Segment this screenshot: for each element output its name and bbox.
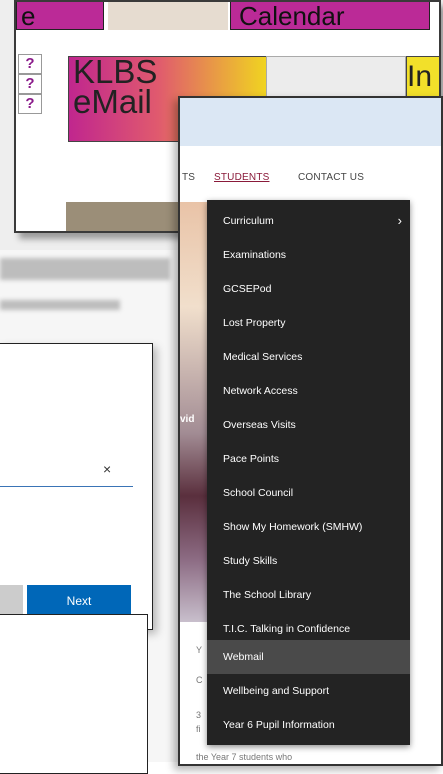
help-icon[interactable]: ? [18, 54, 42, 74]
next-button[interactable]: Next [27, 585, 131, 617]
email-field[interactable] [0, 486, 133, 487]
menu-item-network-access[interactable]: Network Access [207, 374, 410, 408]
menu-item-school-library[interactable]: The School Library [207, 578, 410, 612]
menu-item-wellbeing-and-support[interactable]: Wellbeing and Support [207, 674, 410, 708]
menu-item-school-council[interactable]: School Council [207, 476, 410, 510]
background-shadow [0, 300, 120, 310]
menu-item-pace-points[interactable]: Pace Points [207, 442, 410, 476]
menu-item-year-6-pupil-information[interactable]: Year 6 Pupil Information [207, 708, 410, 742]
browser-header [180, 98, 441, 146]
below-menu-text: the Year 7 students who [196, 752, 293, 762]
main-nav: TS STUDENTS CONTACT US [180, 168, 441, 190]
tile-label: e [21, 1, 36, 31]
chevron-right-icon: › [397, 213, 402, 228]
tile-image [66, 202, 186, 231]
background-shadow [0, 258, 170, 280]
menu-item-webmail[interactable]: Webmail [207, 640, 410, 674]
sign-in-dialog: × Next [0, 343, 153, 630]
page-text: Y [196, 645, 203, 655]
menu-item-lost-property[interactable]: Lost Property [207, 306, 410, 340]
nav-item-contact-us[interactable]: CONTACT US [298, 172, 364, 183]
help-icon[interactable]: ? [18, 74, 42, 94]
page-text: 3 [196, 710, 202, 720]
calendar-tile[interactable]: Calendar [230, 1, 430, 31]
hero-caption: vid [180, 414, 195, 425]
menu-item-gcsepod[interactable]: GCSEPod [207, 272, 410, 306]
tile-image [108, 2, 228, 30]
menu-item-medical-services[interactable]: Medical Services [207, 340, 410, 374]
tile-label: Calendar [239, 1, 345, 31]
secondary-dialog [0, 614, 148, 774]
page-text: C [196, 675, 203, 685]
menu-item-examinations[interactable]: Examinations [207, 238, 410, 272]
close-icon[interactable]: × [103, 461, 111, 477]
nav-item-students[interactable]: STUDENTS [214, 172, 270, 183]
menu-item-show-my-homework[interactable]: Show My Homework (SMHW) [207, 510, 410, 544]
help-icon[interactable]: ? [18, 94, 42, 114]
menu-item-label: Curriculum [223, 215, 274, 227]
back-button[interactable] [0, 585, 23, 617]
menu-item-overseas-visits[interactable]: Overseas Visits [207, 408, 410, 442]
menu-item-curriculum[interactable]: Curriculum › [207, 204, 410, 238]
nav-item-partial[interactable]: TS [182, 172, 195, 183]
tile-label: In [407, 60, 433, 93]
page-text: fi [196, 724, 201, 734]
calendar-tile-partial[interactable]: e [16, 1, 104, 31]
menu-item-study-skills[interactable]: Study Skills [207, 544, 410, 578]
students-dropdown-menu: Curriculum › Examinations GCSEPod Lost Pr… [207, 200, 410, 745]
